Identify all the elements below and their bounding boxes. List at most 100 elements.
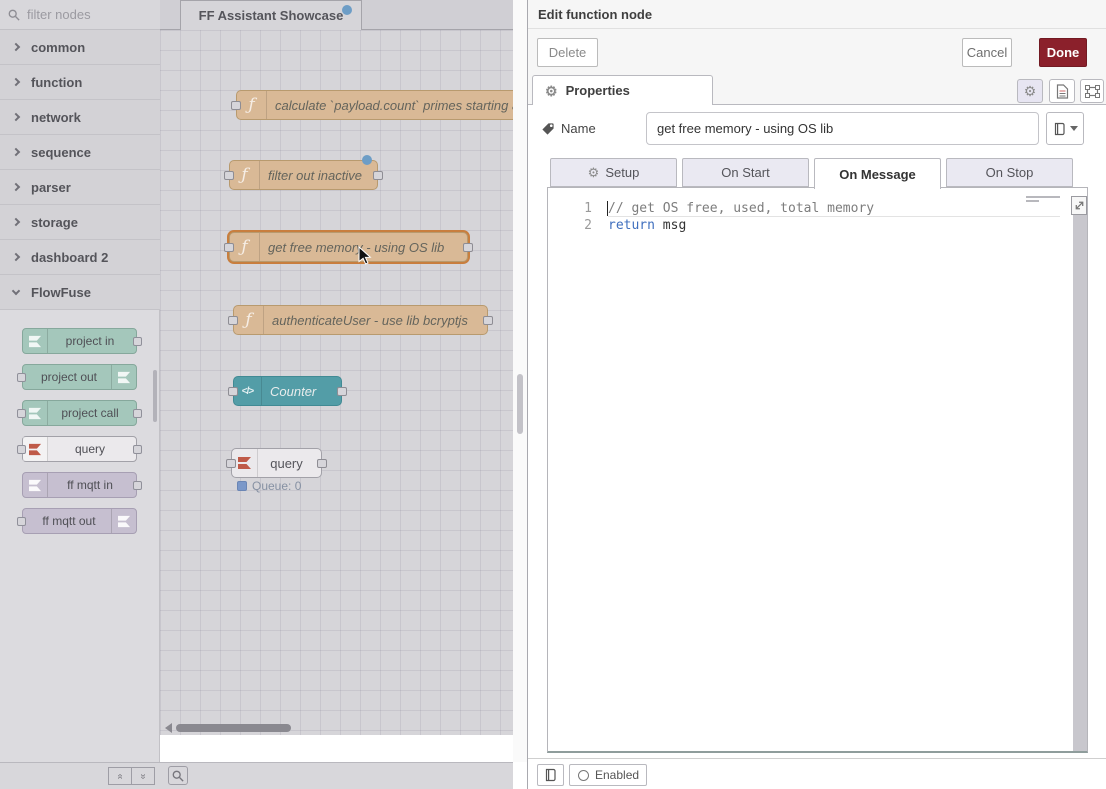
input-port[interactable] [228,387,238,396]
collapse-all-button[interactable]: » [108,767,132,785]
expand-editor-button[interactable] [1071,196,1087,215]
gear-icon: ⚙ [1024,84,1037,98]
line-number: 2 [548,217,592,234]
output-port[interactable] [373,171,383,180]
library-dropdown-button[interactable] [1046,112,1084,145]
tab-properties[interactable]: ⚙ Properties [532,75,713,105]
flow-node-query[interactable]: query [231,448,322,478]
palette-category-dashboard2[interactable]: dashboard 2 [0,240,160,275]
category-label: storage [31,215,78,230]
enabled-toggle-button[interactable]: Enabled [569,764,647,786]
library-button[interactable] [537,764,564,786]
output-port[interactable] [337,387,347,396]
palette-node-project-out[interactable]: project out [22,364,137,390]
workspace-canvas[interactable]: FF Assistant Showcase ƒ calculate `paylo… [160,0,513,762]
search-flows-button[interactable] [168,766,188,785]
code-icon: </> [234,377,262,405]
workspace-tab[interactable]: FF Assistant Showcase [180,0,362,30]
output-port[interactable] [133,445,142,454]
tab-setup[interactable]: ⚙ Setup [550,158,677,187]
palette-node-label: project in [48,329,132,353]
description-icon-button[interactable] [1049,79,1075,103]
chevron-right-icon [12,253,20,261]
palette-node-ff-mqtt-in[interactable]: ff mqtt in [22,472,137,498]
input-port[interactable] [231,101,241,110]
name-input[interactable] [646,112,1039,145]
status-text: Queue: 0 [252,479,301,493]
horizontal-scrollbar[interactable] [176,724,291,732]
flow-node-authenticate-user[interactable]: ƒ authenticateUser - use lib bcryptjs [233,305,488,335]
input-port[interactable] [224,171,234,180]
palette-category-function[interactable]: function [0,65,160,100]
palette-node-query[interactable]: query [22,436,137,462]
node-red-app: { "palette": { "search_placeholder": "fi… [0,0,1106,789]
output-port[interactable] [133,337,142,346]
flow-node-calculate-primes[interactable]: ƒ calculate `payload.count` primes start… [236,90,513,120]
chevron-right-icon [12,148,20,156]
palette-filter-input[interactable] [25,6,140,23]
divider [528,28,1106,29]
palette-node-project-call[interactable]: project call [22,400,137,426]
palette-category-parser[interactable]: parser [0,170,160,205]
output-port[interactable] [133,409,142,418]
input-port[interactable] [17,373,26,382]
output-port[interactable] [317,459,327,468]
palette-search[interactable] [0,0,160,30]
code-editor[interactable]: 1 2 // get OS free, used, total memoryre… [547,187,1088,753]
flow-grid[interactable]: ƒ calculate `payload.count` primes start… [160,30,513,735]
flow-node-get-free-memory[interactable]: ƒ get free memory - using OS lib [229,232,468,262]
palette-category-flowfuse[interactable]: FlowFuse [0,275,160,310]
flowfuse-icon [23,437,48,461]
output-port[interactable] [483,316,493,325]
code-identifier: msg [655,218,686,233]
palette-category-sequence[interactable]: sequence [0,135,160,170]
output-port[interactable] [463,243,473,252]
book-icon [1053,122,1066,136]
flow-node-counter[interactable]: </> Counter [233,376,342,406]
input-port[interactable] [17,445,26,454]
node-label: query [264,449,309,477]
edit-tray: Edit function node Delete Cancel Done ⚙ … [527,0,1106,789]
palette-scrollbar[interactable] [153,370,157,422]
expand-icon [1074,200,1085,211]
palette-node-label: ff mqtt in [48,473,132,497]
done-button[interactable]: Done [1039,38,1087,67]
properties-icon-button[interactable]: ⚙ [1017,79,1043,103]
input-port[interactable] [224,243,234,252]
palette-category-common[interactable]: common [0,30,160,65]
palette-node-project-in[interactable]: project in [22,328,137,354]
flowfuse-icon [23,401,48,425]
appearance-icon-button[interactable] [1080,79,1104,103]
expand-all-button[interactable]: » [131,767,155,785]
palette-category-network[interactable]: network [0,100,160,135]
tray-footer: Enabled [528,758,1106,789]
tag-icon [541,122,555,136]
chevron-right-icon [12,183,20,191]
input-port[interactable] [17,409,26,418]
editor-minimap[interactable] [1026,196,1062,204]
delete-button-label: Delete [549,45,587,60]
input-port[interactable] [226,459,236,468]
tab-on-stop[interactable]: On Stop [946,158,1073,187]
name-label-text: Name [561,121,596,136]
canvas-vertical-scrollbar[interactable] [517,374,523,434]
mouse-cursor [358,246,372,266]
output-port[interactable] [133,481,142,490]
node-label: filter out inactive [268,161,371,189]
code-text[interactable]: // get OS free, used, total memoryreturn… [608,200,874,234]
workspace-tab-label: FF Assistant Showcase [199,8,344,23]
chevron-right-icon [12,43,20,51]
flow-node-filter-out-inactive[interactable]: ƒ filter out inactive [229,160,378,190]
flowfuse-icon [111,365,136,389]
palette-category-storage[interactable]: storage [0,205,160,240]
tab-on-message[interactable]: On Message [814,158,941,189]
input-port[interactable] [228,316,238,325]
function-icon: ƒ [230,161,260,189]
palette-node-ff-mqtt-out[interactable]: ff mqtt out [22,508,137,534]
cancel-button[interactable]: Cancel [962,38,1012,67]
scroll-left-arrow[interactable] [165,723,172,733]
delete-button[interactable]: Delete [537,38,598,67]
input-port[interactable] [17,517,26,526]
editor-scrollbar[interactable] [1073,196,1087,751]
tab-on-start[interactable]: On Start [682,158,809,187]
